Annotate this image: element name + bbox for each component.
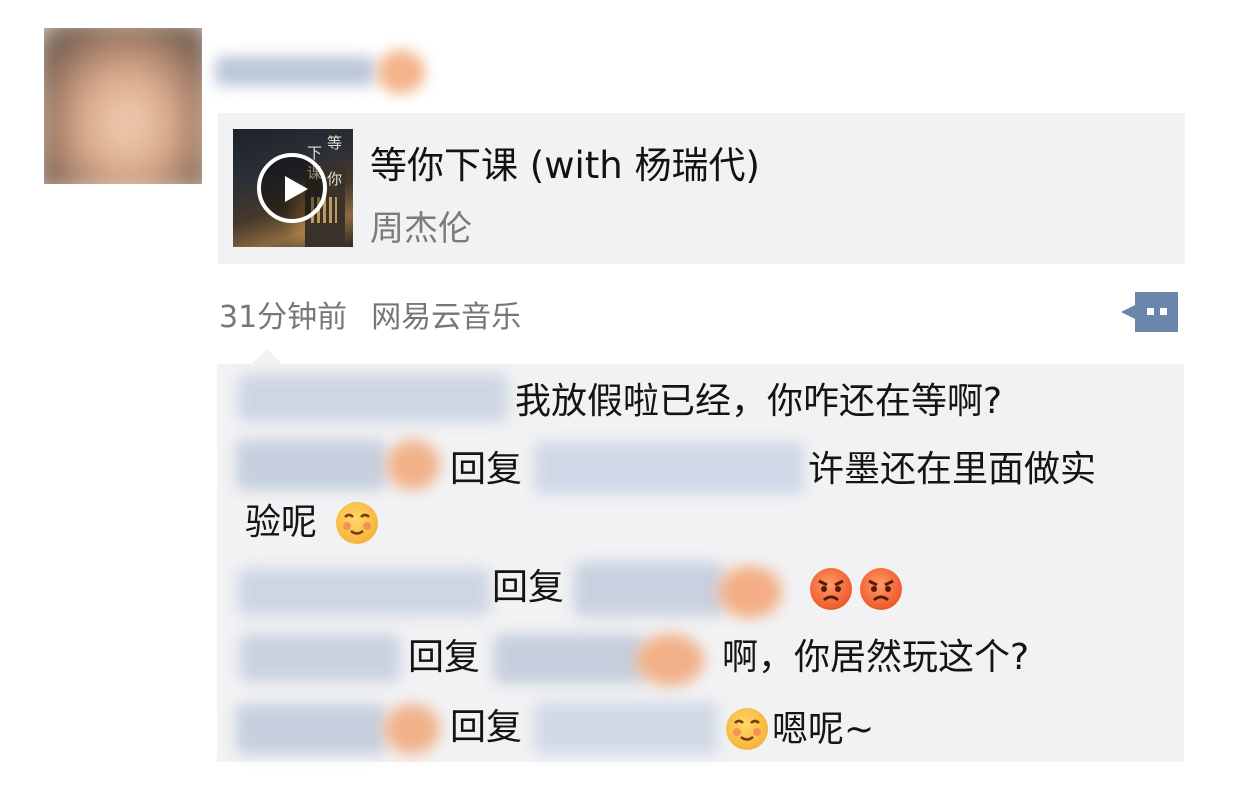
reply-target-blurred[interactable] — [574, 562, 724, 616]
cover-char: 你 — [327, 170, 343, 188]
song-title: 等你下课 (with 杨瑞代) — [370, 144, 760, 187]
reply-target-emoji-blurred — [718, 566, 782, 618]
angry-emoji — [810, 568, 852, 610]
comment-text: 验呢 — [245, 502, 318, 543]
comment-button[interactable] — [1121, 292, 1178, 332]
reply-label: 回复 — [408, 637, 481, 678]
commenter-emoji-blurred — [386, 440, 440, 490]
reply-target-blurred[interactable] — [534, 702, 718, 754]
commenter-name-blurred[interactable] — [236, 440, 386, 490]
play-button[interactable] — [257, 153, 327, 223]
cover-char: 等 — [327, 134, 343, 152]
song-artist: 周杰伦 — [370, 209, 472, 249]
poster-name-blurred[interactable] — [205, 38, 445, 102]
music-share-card[interactable]: 等 你 下 课 等你下课 (with 杨瑞代) 周杰伦 — [218, 113, 1185, 264]
avatar[interactable] — [44, 28, 202, 184]
reply-label: 回复 — [492, 567, 565, 608]
comment-text: 啊，你居然玩这个? — [722, 637, 1030, 678]
comments-caret — [251, 349, 283, 365]
angry-emoji — [860, 568, 902, 610]
commenter-name-blurred[interactable] — [240, 634, 400, 682]
comment-text: 许墨还在里面做实 — [808, 449, 1097, 490]
comment-text: 嗯呢~ — [772, 709, 875, 750]
commenter-emoji-blurred — [384, 704, 440, 754]
reply-label: 回复 — [450, 449, 523, 490]
reply-label: 回复 — [450, 707, 523, 748]
album-cover: 等 你 下 课 — [233, 129, 353, 247]
commenter-name-blurred[interactable] — [236, 704, 386, 754]
commenter-name-blurred[interactable] — [238, 568, 490, 616]
post-source[interactable]: 网易云音乐 — [371, 300, 521, 335]
blurred-emoji — [377, 50, 425, 94]
reply-target-emoji-blurred — [636, 634, 704, 686]
play-icon — [285, 176, 308, 202]
avatar-image — [44, 28, 202, 184]
blush-emoji — [336, 502, 378, 544]
blush-emoji — [726, 708, 768, 750]
reply-target-blurred[interactable] — [534, 442, 804, 494]
post-meta: 31分钟前 网易云音乐 — [219, 292, 521, 336]
commenter-name-blurred[interactable] — [238, 374, 508, 422]
post-time: 31分钟前 — [219, 300, 348, 335]
comment-text: 我放假啦已经，你咋还在等啊? — [515, 381, 1003, 422]
blurred-text — [215, 56, 375, 86]
comment-icon — [1121, 292, 1178, 332]
reply-target-blurred[interactable] — [494, 634, 644, 684]
